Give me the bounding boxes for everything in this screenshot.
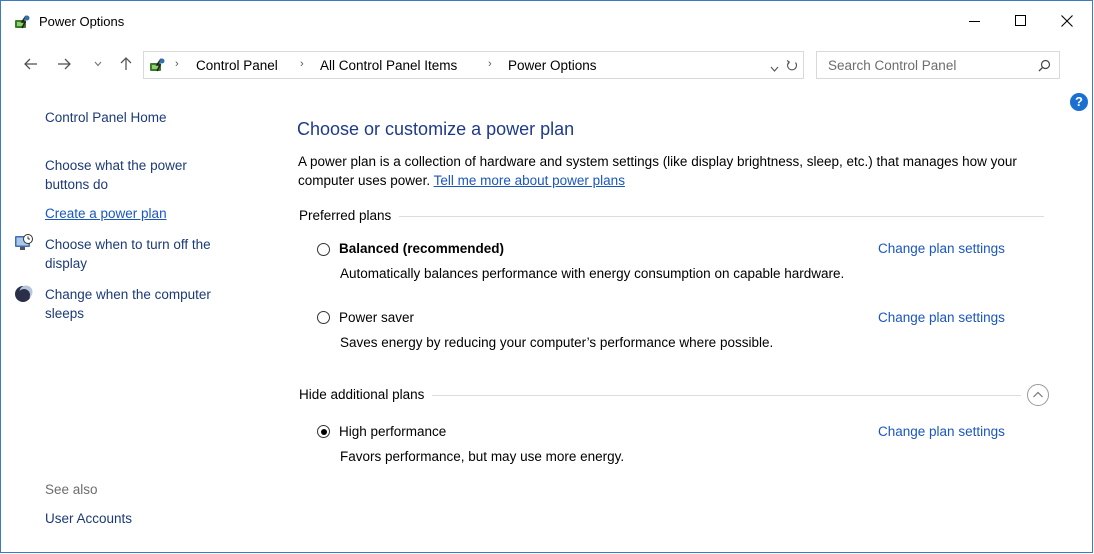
page-title: Choose or customize a power plan [297,119,575,139]
create-power-plan-link[interactable]: Create a power plan [45,204,255,223]
hide-additional-plans-label[interactable]: Hide additional plans [299,387,433,402]
radio-dot [320,428,327,435]
maximize-button[interactable] [998,1,1044,41]
breadcrumb-separator[interactable]: › [300,58,304,70]
address-dropdown-button[interactable] [770,60,779,78]
close-icon [1061,15,1073,27]
breadcrumb-control-panel[interactable]: Control Panel [196,58,278,73]
forward-button[interactable] [54,53,74,75]
power-options-icon [148,56,166,74]
power-saver-change-settings-link[interactable]: Change plan settings [878,310,1005,325]
breadcrumb-all-items[interactable]: All Control Panel Items [320,58,457,73]
back-button[interactable] [21,53,41,75]
power-saver-plan-name[interactable]: Power saver [339,310,414,325]
up-arrow-icon [120,57,132,70]
intro-description: A power plan is a collection of hardware… [298,154,1017,188]
chevron-down-icon [770,66,779,72]
high-performance-plan-description: Favors performance, but may use more ene… [340,449,625,464]
power-options-icon [13,13,31,31]
high-performance-radio[interactable] [317,425,330,438]
control-panel-home-link[interactable]: Control Panel Home [45,108,255,127]
power-saver-plan-description: Saves energy by reducing your computer’s… [340,335,774,350]
breadcrumb-power-options[interactable]: Power Options [508,58,597,73]
power-options-window: Power Options › Control Panel › All Cont… [0,0,1093,553]
moon-sleep-icon [14,284,34,304]
minimize-icon [969,21,980,22]
user-accounts-link[interactable]: User Accounts [45,511,132,526]
search-placeholder: Search Control Panel [828,58,957,73]
breadcrumb-separator[interactable]: › [488,58,492,70]
recent-locations-button[interactable] [92,53,104,75]
high-performance-change-settings-link[interactable]: Change plan settings [878,424,1005,439]
maximize-icon [1015,15,1026,26]
search-icon[interactable] [1038,59,1051,77]
power-buttons-link[interactable]: Choose what the power buttons do [45,156,225,194]
title-bar: Power Options [1,1,1092,41]
display-clock-icon [14,233,34,253]
breadcrumb-separator[interactable]: › [175,58,179,70]
refresh-icon [786,60,798,71]
balanced-plan-description: Automatically balances performance with … [340,266,845,281]
minimize-button[interactable] [952,1,998,41]
collapse-chevron-icon [1033,391,1043,398]
search-input[interactable]: Search Control Panel [816,51,1060,79]
see-also-label: See also [45,482,98,497]
balanced-radio[interactable] [317,243,330,256]
help-icon[interactable]: ? [1070,93,1088,111]
balanced-change-settings-link[interactable]: Change plan settings [878,241,1005,256]
back-arrow-icon [24,58,37,70]
address-row: › Control Panel › All Control Panel Item… [1,47,1092,83]
preferred-plans-divider [301,216,1044,217]
preferred-plans-label: Preferred plans [299,208,400,223]
recent-dropdown-icon [94,61,102,67]
address-bar[interactable]: › Control Panel › All Control Panel Item… [143,51,804,79]
close-button[interactable] [1044,1,1090,41]
up-button[interactable] [117,53,135,75]
window-title: Power Options [39,14,125,29]
computer-sleeps-link[interactable]: Change when the computer sleeps [45,285,250,323]
tell-me-more-link[interactable]: Tell me more about power plans [434,173,625,188]
turn-off-display-link[interactable]: Choose when to turn off the display [45,235,250,273]
collapse-additional-plans-button[interactable] [1027,384,1049,406]
intro-text: A power plan is a collection of hardware… [298,152,1058,190]
refresh-button[interactable] [786,58,798,77]
balanced-plan-name[interactable]: Balanced (recommended) [339,241,504,256]
power-saver-radio[interactable] [317,311,330,324]
forward-arrow-icon [58,58,71,70]
high-performance-plan-name[interactable]: High performance [339,424,446,439]
